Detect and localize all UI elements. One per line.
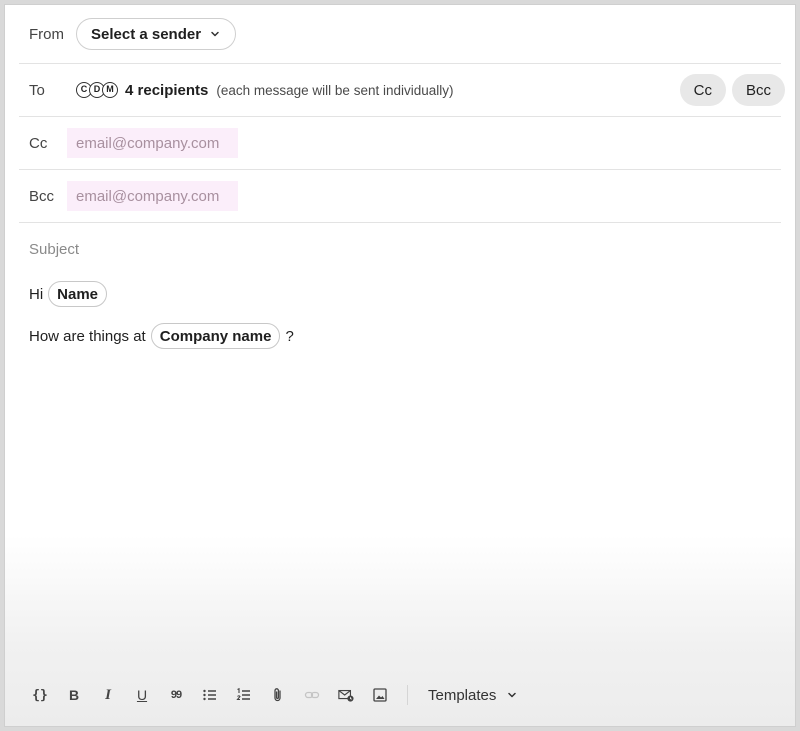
greeting-line: Hi Name — [29, 281, 771, 307]
envelope-clock-svg — [338, 689, 354, 702]
toolbar-divider — [407, 685, 408, 705]
chevron-down-icon — [508, 692, 517, 698]
name-variable-chip[interactable]: Name — [48, 281, 108, 307]
greeting-text: Hi — [29, 285, 44, 303]
question-prefix-text: How are things at — [29, 327, 146, 345]
numbered-list-icon[interactable] — [227, 681, 261, 709]
email-schedule-icon[interactable] — [329, 681, 363, 709]
from-label: From — [29, 25, 64, 43]
bcc-email-field[interactable] — [67, 181, 238, 211]
from-row: From Select a sender — [19, 5, 781, 64]
italic-glyph: I — [105, 686, 111, 703]
bold-glyph: B — [68, 687, 80, 703]
quote-glyph: 99 — [170, 689, 182, 701]
italic-icon[interactable]: I — [91, 681, 125, 709]
email-composer: From Select a sender To C D M 4 recipien… — [4, 4, 796, 727]
quote-icon[interactable]: 99 — [159, 681, 193, 709]
recipient-avatars[interactable]: C D M — [76, 82, 118, 98]
cc-row: Cc — [19, 117, 781, 170]
message-editor[interactable]: Subject Hi Name How are things at Compan… — [29, 241, 771, 349]
recipients-count[interactable]: 4 recipients — [125, 82, 208, 99]
subject-field[interactable]: Subject — [29, 241, 771, 263]
bullet-list-svg — [203, 689, 216, 701]
bullet-list-icon[interactable] — [193, 681, 227, 709]
bold-icon[interactable]: B — [57, 681, 91, 709]
image-icon[interactable] — [363, 681, 397, 709]
templates-label: Templates — [428, 686, 497, 704]
link-svg — [304, 691, 320, 699]
attachment-icon[interactable] — [261, 681, 295, 709]
templates-dropdown[interactable]: Templates — [422, 687, 518, 704]
question-line: How are things at Company name ? — [29, 323, 771, 349]
avatar: M — [102, 82, 118, 98]
recipients-note: (each message will be sent individually) — [216, 82, 454, 98]
bcc-label: Bcc — [29, 187, 55, 205]
variables-glyph: {} — [32, 687, 48, 703]
bcc-button[interactable]: Bcc — [731, 74, 785, 106]
sender-select[interactable]: Select a sender — [76, 18, 237, 50]
cc-email-field[interactable] — [67, 128, 238, 158]
cc-bcc-toggles: Cc Bcc — [679, 74, 785, 106]
to-row: To C D M 4 recipients (each message will… — [19, 64, 785, 117]
numbered-list-svg — [236, 687, 250, 701]
chevron-down-icon — [211, 31, 219, 37]
question-suffix-text: ? — [285, 327, 294, 345]
paperclip-svg — [274, 688, 281, 702]
underline-glyph: U — [136, 687, 148, 703]
cc-button[interactable]: Cc — [679, 74, 726, 106]
variables-icon[interactable]: {} — [23, 681, 57, 709]
link-icon[interactable] — [295, 681, 329, 709]
company-variable-chip[interactable]: Company name — [150, 323, 281, 349]
formatting-toolbar: {} B I U 99 Templates — [23, 681, 518, 709]
sender-select-value: Select a sender — [91, 25, 202, 43]
image-svg — [373, 688, 387, 702]
underline-icon[interactable]: U — [125, 681, 159, 709]
bcc-row: Bcc — [19, 170, 781, 223]
to-label: To — [29, 81, 45, 99]
cc-label: Cc — [29, 134, 48, 152]
